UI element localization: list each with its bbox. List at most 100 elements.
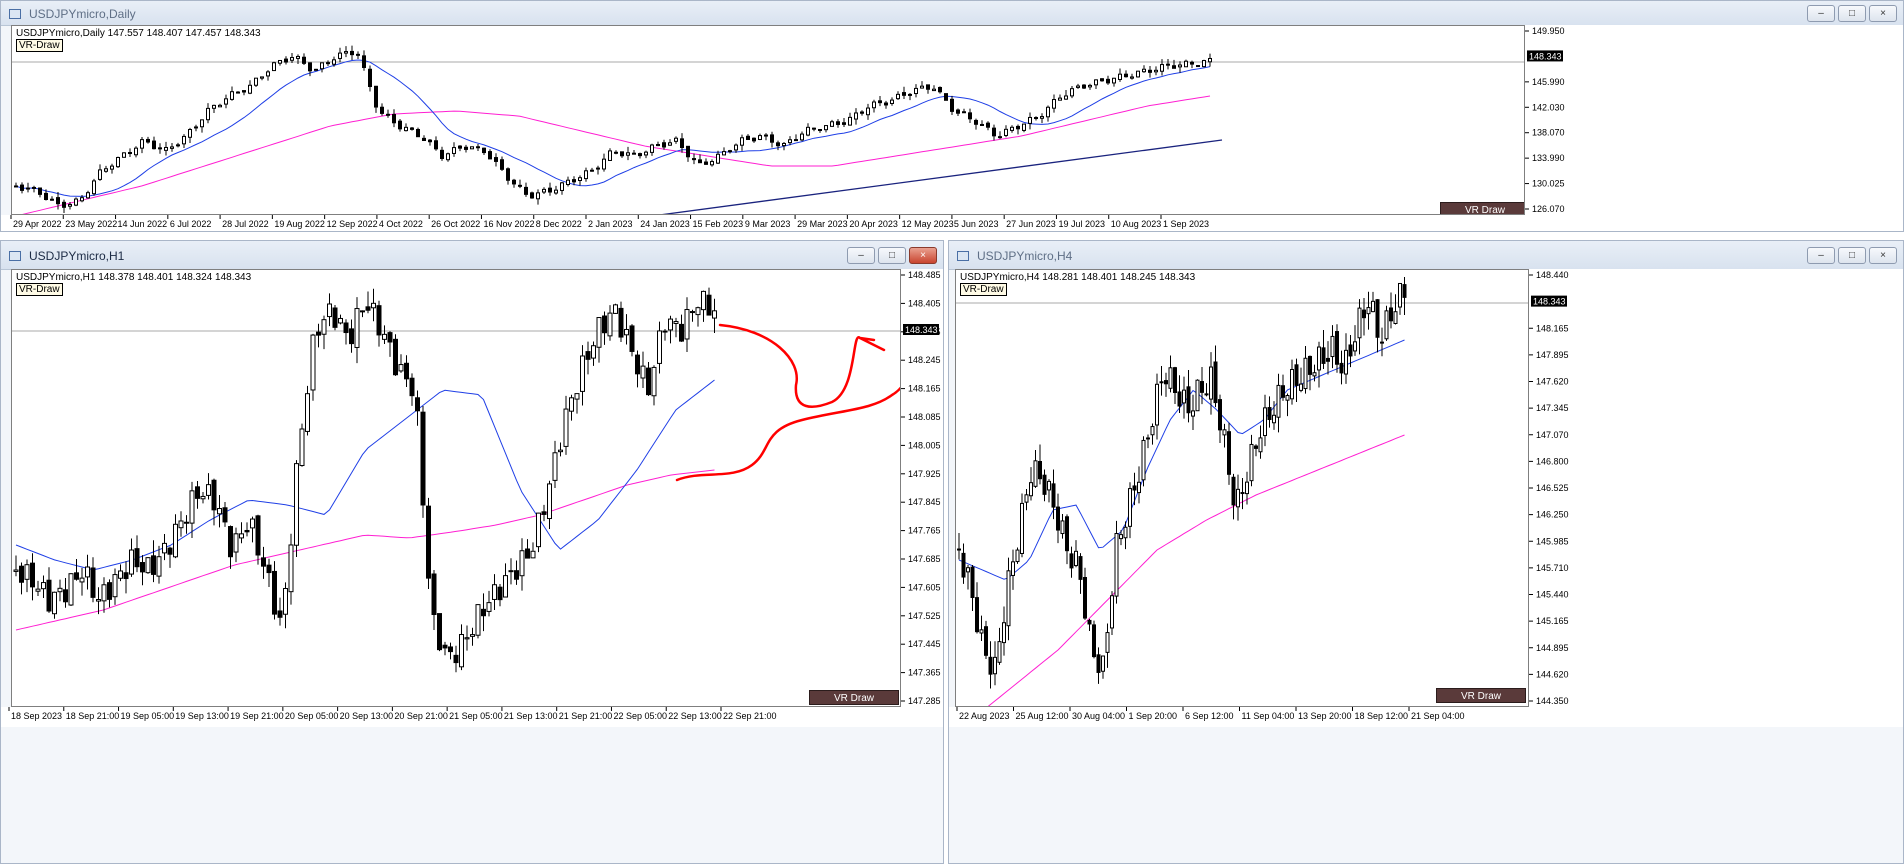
candle-body <box>404 362 409 380</box>
price-label: 147.525 <box>908 611 941 621</box>
vr-draw-button[interactable]: VR Draw <box>809 690 899 705</box>
maximize-button[interactable]: □ <box>1838 5 1866 22</box>
daily-titlebar[interactable]: USDJPYmicro,Daily – □ × <box>1 1 1903 26</box>
vr-draw-tag[interactable]: VR-Draw <box>16 283 63 296</box>
price-label: 147.620 <box>1536 377 1569 387</box>
candle-body <box>962 111 966 114</box>
candle-body <box>30 562 35 588</box>
candle-body <box>734 144 738 151</box>
h4-chart-area[interactable]: USDJPYmicro,H4 148.281 148.401 148.245 1… <box>955 269 1529 707</box>
candle-body <box>299 428 305 467</box>
candle-body <box>410 127 414 130</box>
candle-body <box>640 365 646 379</box>
candle-body <box>486 602 492 612</box>
h1-window-title: USDJPYmicro,H1 <box>29 249 125 263</box>
candle-body <box>662 142 666 148</box>
candle-body <box>104 168 108 172</box>
freehand-arrow-drawing <box>718 323 886 408</box>
time-label: 18 Sep 21:00 <box>66 711 120 721</box>
h4-chart-canvas[interactable] <box>956 270 1529 707</box>
candle-body <box>1299 383 1303 391</box>
close-button[interactable]: × <box>909 247 937 264</box>
candle-body <box>314 68 318 71</box>
close-button[interactable]: × <box>1869 5 1897 22</box>
time-label: 8 Dec 2022 <box>536 219 582 229</box>
time-label: 20 Sep 21:00 <box>394 711 448 721</box>
candle-body <box>1002 622 1006 644</box>
minimize-button[interactable]: – <box>847 247 875 264</box>
candle-body <box>497 586 503 601</box>
candle-body <box>558 449 563 453</box>
candle-body <box>123 572 129 580</box>
h1-titlebar[interactable]: USDJPYmicro,H1 – □ × <box>1 241 943 270</box>
candle-body <box>195 486 200 499</box>
daily-chart-area[interactable]: USDJPYmicro,Daily 147.557 148.407 147.45… <box>11 25 1525 215</box>
candle-body <box>1172 65 1176 69</box>
h1-time-scale[interactable]: 18 Sep 2023 18 Sep 21:00 19 Sep 05:00 19 Se… <box>1 707 943 727</box>
candle-body <box>230 91 234 100</box>
h1-chart-window[interactable]: USDJPYmicro,H1 – □ × USDJPYmicro,H1 148.… <box>0 240 944 864</box>
candle-body <box>134 147 138 156</box>
h4-price-scale[interactable]: 148.440 148.343 148.165 147.895 147.620 147.3… <box>1529 269 1903 707</box>
candle-body <box>508 570 514 573</box>
candle-body <box>957 548 961 551</box>
candle-body <box>62 201 66 208</box>
time-label: 20 Sep 05:00 <box>285 711 339 721</box>
candle-body <box>200 119 204 128</box>
vr-draw-button[interactable]: VR Draw <box>1436 688 1526 703</box>
candle-body <box>926 84 930 90</box>
daily-chart-window[interactable]: USDJPYmicro,Daily – □ × USDJPYmicro,Dail… <box>0 0 1904 232</box>
maximize-button[interactable]: □ <box>1838 247 1866 264</box>
candle-body <box>260 76 264 79</box>
price-label: 147.285 <box>908 696 941 706</box>
candle-body <box>554 189 558 194</box>
h1-price-scale[interactable]: 148.485148.405148.325148.245148.165148.0… <box>901 269 943 707</box>
daily-price-scale[interactable]: 149.950 148.343 145.990 142.030 138.070 133.9… <box>1525 25 1903 215</box>
daily-window-title: USDJPYmicro,Daily <box>29 7 136 21</box>
h4-titlebar[interactable]: USDJPYmicro,H4 – □ × <box>949 241 1903 270</box>
vr-draw-tag[interactable]: VR-Draw <box>16 39 63 52</box>
minimize-button[interactable]: – <box>1807 247 1835 264</box>
candle-body <box>806 126 810 136</box>
time-label: 15 Feb 2023 <box>693 219 744 229</box>
price-label: 148.165 <box>908 384 941 394</box>
daily-chart-canvas[interactable] <box>12 26 1525 215</box>
candle-body <box>1245 481 1249 495</box>
candle-body <box>156 556 162 577</box>
candle-body <box>437 613 442 651</box>
candle-body <box>92 180 96 195</box>
vr-draw-button[interactable]: VR Draw <box>1440 202 1524 214</box>
minimize-button[interactable]: – <box>1807 5 1835 22</box>
h1-chart-canvas[interactable] <box>12 270 901 707</box>
candle-body <box>68 573 74 606</box>
h1-chart-area[interactable]: USDJPYmicro,H1 148.378 148.401 148.324 1… <box>11 269 901 707</box>
candle-body <box>1312 372 1317 377</box>
candle-body <box>250 518 255 529</box>
time-label: 13 Sep 20:00 <box>1298 711 1352 721</box>
candle-body <box>1303 357 1308 390</box>
candle-body <box>14 185 18 188</box>
candle-body <box>569 397 574 412</box>
time-label: 5 Jun 2023 <box>954 219 999 229</box>
candle-body <box>590 169 594 172</box>
time-label: 19 Aug 2022 <box>274 219 325 229</box>
close-button[interactable]: × <box>1869 247 1897 264</box>
candle-body <box>578 177 582 181</box>
candle-body <box>374 85 378 108</box>
candle-body <box>998 136 1002 139</box>
candle-body <box>635 354 640 375</box>
ma-slow-line <box>987 434 1405 706</box>
h4-chart-window[interactable]: USDJPYmicro,H4 – □ × USDJPYmicro,H4 148.… <box>948 240 1904 864</box>
candle-body <box>938 86 942 93</box>
candle-body <box>1112 77 1116 84</box>
candle-body <box>980 123 984 126</box>
candle-body <box>706 294 712 316</box>
h4-time-scale[interactable]: 22 Aug 2023 25 Aug 12:00 30 Aug 04:00 1 Sep… <box>949 707 1903 727</box>
vr-draw-tag[interactable]: VR-Draw <box>960 283 1007 296</box>
time-label: 22 Sep 13:00 <box>668 711 722 721</box>
candle-body <box>1393 311 1398 324</box>
candle-body <box>349 328 354 345</box>
daily-time-scale[interactable]: 29 Apr 2022 23 May 2022 14 Jun 2022 6 Jul 2… <box>1 215 1903 231</box>
candle-body <box>452 147 456 154</box>
maximize-button[interactable]: □ <box>878 247 906 264</box>
